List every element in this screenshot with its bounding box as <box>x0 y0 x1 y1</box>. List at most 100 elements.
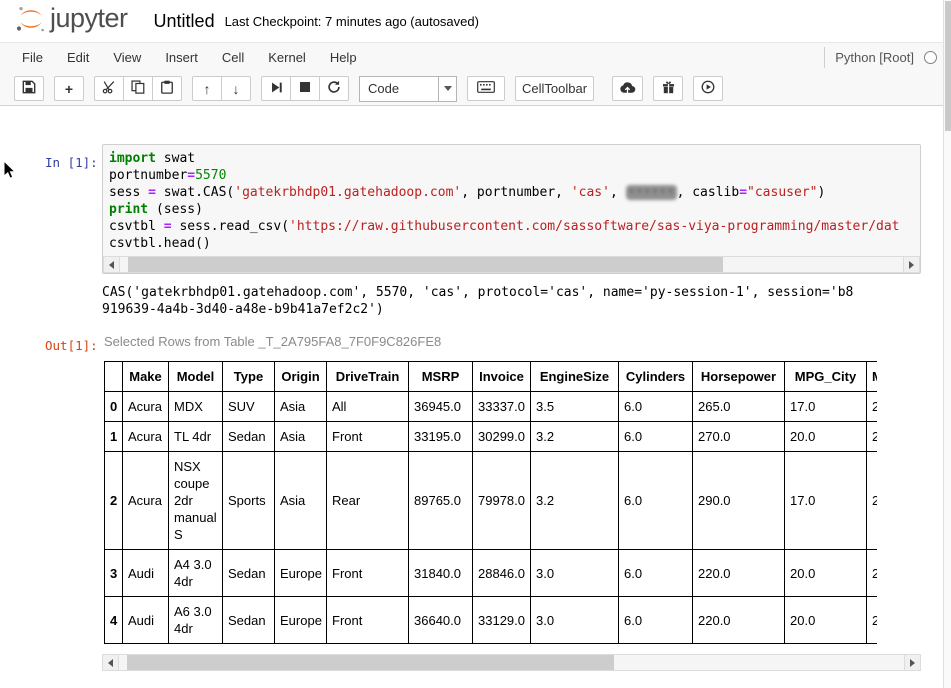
scroll-left-arrow-icon[interactable] <box>103 655 119 670</box>
scroll-right-arrow-icon[interactable] <box>904 655 920 670</box>
select-arrow-button[interactable] <box>438 77 456 101</box>
scrollbar-track[interactable] <box>119 655 904 670</box>
row-index: 0 <box>105 392 123 422</box>
table-cell: 33129.0 <box>473 597 531 644</box>
table-cell: A4 3.0 4dr <box>169 550 223 597</box>
table-cell: 6.0 <box>619 422 693 452</box>
table-cell: Asia <box>275 452 327 550</box>
notebook-toolbar: + ↑ ↓ <box>0 72 951 106</box>
stdout-area: CAS('gatekrbhdp01.gatehadoop.com', 5570,… <box>45 284 921 318</box>
table-cell: 3.5 <box>531 392 619 422</box>
save-button[interactable] <box>14 76 44 101</box>
table-cell: 3.2 <box>531 422 619 452</box>
scroll-left-arrow-icon[interactable] <box>104 257 120 272</box>
table-cell: 30299.0 <box>473 422 531 452</box>
gift-button[interactable] <box>653 76 683 101</box>
scrollbar-track[interactable] <box>120 257 903 272</box>
table-cell: 20.0 <box>785 550 867 597</box>
move-cell-up-button[interactable]: ↑ <box>192 76 222 101</box>
jupyter-logo-text: jupyter <box>50 3 128 34</box>
table-header-row: MakeModelTypeOriginDriveTrainMSRPInvoice… <box>105 362 878 392</box>
play-circle-button[interactable] <box>693 76 723 101</box>
arrow-up-icon: ↑ <box>204 82 211 96</box>
add-cell-button[interactable]: + <box>54 76 84 101</box>
menu-item-insert[interactable]: Insert <box>153 44 210 71</box>
celltoolbar-button[interactable]: CellToolbar <box>515 76 594 101</box>
table-cell: Front <box>327 597 409 644</box>
interrupt-kernel-button[interactable] <box>290 76 320 101</box>
menu-item-file[interactable]: File <box>10 44 55 71</box>
table-cell: A6 3.0 4dr <box>169 597 223 644</box>
stop-icon <box>299 81 311 96</box>
code-horizontal-scrollbar[interactable] <box>103 256 920 273</box>
code-line[interactable]: csvtbl.head() <box>109 235 920 252</box>
cloud-upload-button[interactable] <box>612 76 643 101</box>
cell-type-select[interactable]: Code <box>359 76 457 102</box>
table-cell: 17.0 <box>785 392 867 422</box>
menu-item-view[interactable]: View <box>101 44 153 71</box>
table-cell: Sedan <box>223 597 275 644</box>
notebook-header: jupyter Untitled Last Checkpoint: 7 minu… <box>0 0 951 42</box>
table-row: 4AudiA6 3.0 4drSedanEuropeFront36640.033… <box>105 597 878 644</box>
scroll-right-arrow-icon[interactable] <box>903 257 919 272</box>
column-header: Type <box>223 362 275 392</box>
page-scrollbar-thumb[interactable] <box>945 1 951 131</box>
table-cell: 36640.0 <box>409 597 473 644</box>
keyboard-shortcuts-button[interactable] <box>467 76 505 101</box>
table-cell: 220.0 <box>693 597 785 644</box>
paste-cells-button[interactable] <box>152 76 182 101</box>
table-cell: 270.0 <box>693 422 785 452</box>
table-cell: Europe <box>275 597 327 644</box>
code-lines[interactable]: import swatportnumber=5570sess = swat.CA… <box>109 150 920 252</box>
menu-bar-container: FileEditViewInsertCellKernelHelp Python … <box>0 42 951 72</box>
column-header: MPG_City <box>785 362 867 392</box>
code-editor[interactable]: import swatportnumber=5570sess = swat.CA… <box>102 144 921 274</box>
table-title: Selected Rows from Table _T_2A795FA8_7F0… <box>104 334 921 349</box>
code-line[interactable]: portnumber=5570 <box>109 167 920 184</box>
code-line[interactable]: print (sess) <box>109 201 920 218</box>
cut-cells-button[interactable] <box>94 76 124 101</box>
table-cell: Acura <box>123 452 169 550</box>
page-vertical-scrollbar[interactable] <box>943 0 951 688</box>
table-cell: Asia <box>275 422 327 452</box>
table-cell: 220.0 <box>693 550 785 597</box>
copy-cells-button[interactable] <box>123 76 153 101</box>
move-cell-down-button[interactable]: ↓ <box>221 76 251 101</box>
menu-item-cell[interactable]: Cell <box>210 44 256 71</box>
notebook-title[interactable]: Untitled <box>154 11 215 32</box>
code-line[interactable]: csvtbl = sess.read_csv('https://raw.gith… <box>109 218 920 235</box>
table-cell: Sedan <box>223 422 275 452</box>
scrollbar-thumb[interactable] <box>128 257 723 272</box>
table-cell: 79978.0 <box>473 452 531 550</box>
table-cell: Rear <box>327 452 409 550</box>
menu-item-edit[interactable]: Edit <box>55 44 101 71</box>
plus-icon: + <box>65 82 73 96</box>
column-header: Origin <box>275 362 327 392</box>
jupyter-logo[interactable]: jupyter <box>14 4 128 39</box>
restart-kernel-button[interactable] <box>319 76 349 101</box>
table-cell: 27.0 <box>867 597 878 644</box>
output-area: Out[1]: Selected Rows from Table _T_2A79… <box>45 330 921 671</box>
table-cell: Audi <box>123 550 169 597</box>
code-line[interactable]: sess = swat.CAS('gatekrbhdp01.gatehadoop… <box>109 184 920 201</box>
kernel-area: Python [Root] <box>824 47 951 68</box>
table-cell: SUV <box>223 392 275 422</box>
table-cell: 23.0 <box>867 392 878 422</box>
column-header: Horsepower <box>693 362 785 392</box>
row-index: 1 <box>105 422 123 452</box>
paste-icon <box>160 80 174 97</box>
checkpoint-status: Last Checkpoint: 7 minutes ago (autosave… <box>225 14 479 29</box>
code-line[interactable]: import swat <box>109 150 920 167</box>
code-cell[interactable]: In [1]: import swatportnumber=5570sess =… <box>45 144 921 274</box>
cloud-upload-icon <box>619 81 636 97</box>
scrollbar-thumb[interactable] <box>127 655 614 670</box>
kernel-status-icon <box>924 51 937 64</box>
table-cell: 33195.0 <box>409 422 473 452</box>
kernel-indicator-label: Python [Root] <box>824 47 914 68</box>
menu-item-kernel[interactable]: Kernel <box>256 44 318 71</box>
arrow-down-icon: ↓ <box>233 82 240 96</box>
table-cell: 3.0 <box>531 597 619 644</box>
output-horizontal-scrollbar[interactable] <box>102 654 921 671</box>
run-cell-button[interactable] <box>261 76 291 101</box>
menu-item-help[interactable]: Help <box>318 44 369 71</box>
